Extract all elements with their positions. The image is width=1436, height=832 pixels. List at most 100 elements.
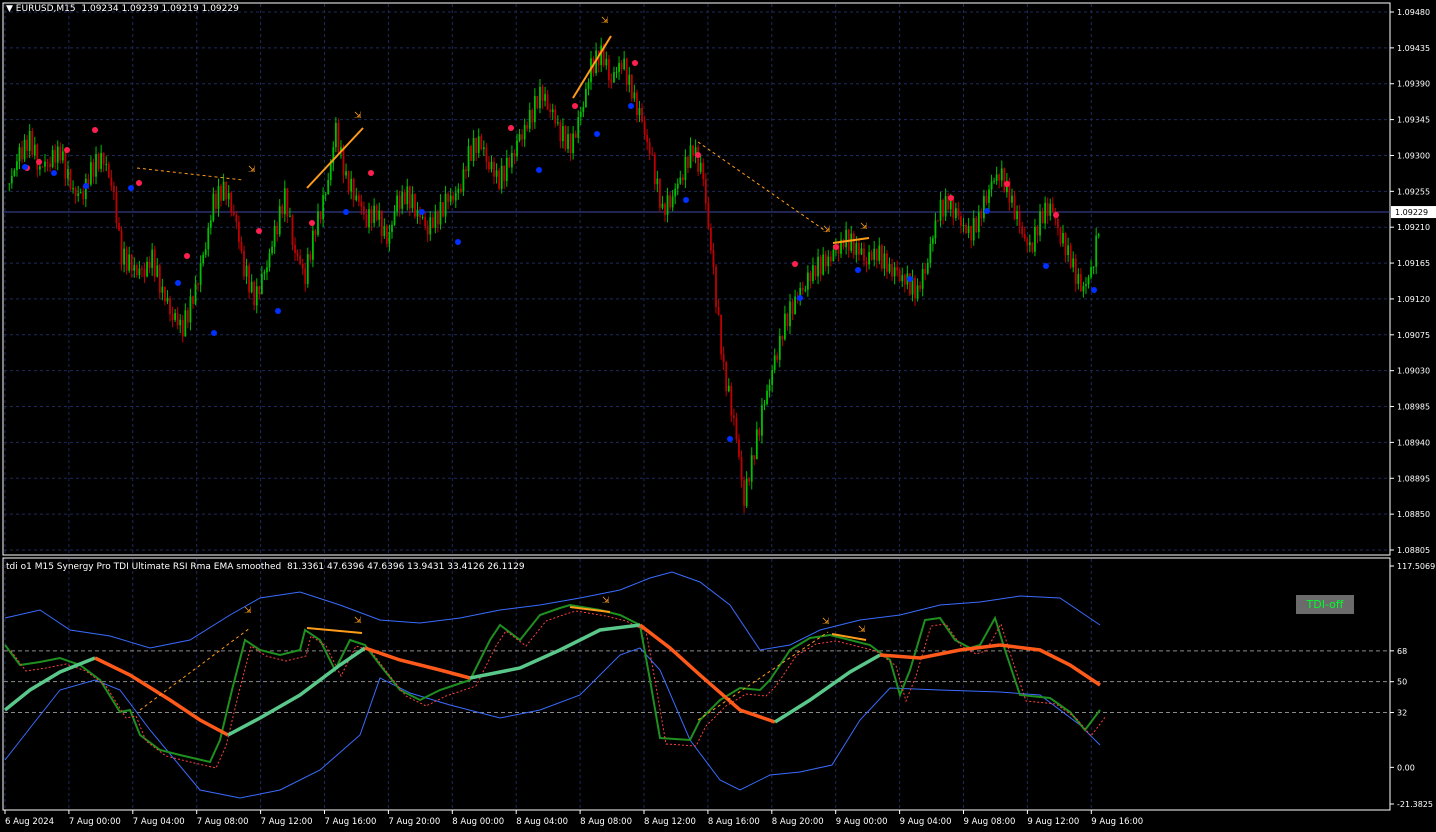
candle-body	[102, 152, 105, 165]
candle-body	[574, 133, 577, 138]
collapse-triangle-icon[interactable]: ▼	[6, 4, 16, 14]
candle-body	[1049, 203, 1052, 216]
candle-body	[69, 169, 72, 190]
swing-low-dot	[22, 164, 28, 170]
candle-body	[1064, 233, 1067, 256]
candle-body	[105, 164, 108, 166]
swing-high-dot	[64, 147, 70, 153]
candle-body	[970, 225, 973, 241]
candle-body	[960, 216, 962, 226]
swing-low-dot	[855, 267, 861, 273]
candle-body	[10, 175, 13, 184]
candle-body	[475, 138, 478, 154]
candle-body	[1041, 211, 1044, 224]
time-label: 9 Aug 08:00	[964, 817, 1016, 827]
candle-body	[238, 222, 240, 242]
candle-body	[370, 209, 373, 224]
candle-body	[931, 238, 934, 244]
candle-body	[350, 178, 353, 192]
candle-body	[1013, 195, 1016, 220]
candle-body	[314, 230, 317, 235]
swing-low-dot	[211, 330, 217, 336]
candle-body	[643, 121, 646, 136]
candle-body	[309, 254, 312, 260]
candle-body	[965, 224, 967, 234]
candle-body	[715, 266, 717, 307]
candle-body	[613, 72, 615, 83]
candle-body	[388, 232, 391, 244]
candle-body	[406, 186, 409, 205]
price-label: 1.08895	[1397, 474, 1430, 483]
candle-body	[90, 162, 92, 185]
candle-body	[153, 249, 156, 277]
chart-canvas[interactable]: 1.09480 1.09435 1.09390 1.09345 1.09300 1.092…	[0, 0, 1436, 832]
lower-band	[4, 647, 1101, 799]
candle-body	[347, 171, 350, 192]
swing-low-dot	[1043, 263, 1049, 269]
candle-body	[880, 245, 883, 269]
candle-body	[1011, 195, 1013, 203]
market-base-line	[879, 643, 1001, 660]
candle-body	[781, 336, 784, 340]
candle-body	[957, 208, 960, 217]
candle-body	[615, 71, 618, 73]
candle-body	[457, 188, 460, 193]
market-base-line	[364, 646, 471, 680]
candle-body	[776, 355, 779, 360]
tdi-off-button[interactable]: TDI-off	[1296, 595, 1354, 614]
candle-body	[477, 136, 480, 154]
candle-body	[883, 253, 886, 269]
candle-body	[636, 92, 638, 116]
candle-body	[411, 194, 414, 209]
candle-body	[513, 153, 516, 157]
swing-low-dot	[455, 239, 461, 245]
candle-body	[633, 92, 636, 99]
candle-body	[421, 216, 424, 218]
price-label: 1.09345	[1397, 116, 1430, 125]
candle-body	[648, 142, 651, 155]
indicator-values: 81.3361 47.6396 47.6396 13.9431 33.4126 …	[286, 562, 525, 572]
indicator-axis-label: 68	[1397, 647, 1407, 656]
candle-body	[383, 226, 386, 237]
candle-body	[414, 194, 416, 217]
candle-body	[579, 111, 582, 118]
candle-body	[311, 230, 314, 260]
candle-body	[610, 79, 613, 83]
candle-body	[44, 161, 46, 167]
time-label: 8 Aug 00:00	[452, 817, 504, 827]
candle-body	[934, 220, 937, 239]
candle-body	[194, 283, 197, 304]
candle-body	[41, 166, 44, 168]
candle-body	[1039, 211, 1041, 236]
market-base-line	[94, 656, 229, 737]
candle-body	[546, 94, 549, 110]
candle-body	[255, 286, 258, 306]
time-label: 8 Aug 08:00	[580, 817, 632, 827]
candle-body	[437, 211, 439, 225]
divergence-arrow-icon: ⇲	[354, 616, 362, 626]
candle-body	[998, 174, 1001, 181]
candle-body	[993, 180, 996, 182]
candle-body	[692, 145, 694, 156]
candle-body	[916, 285, 919, 299]
time-label: 8 Aug 16:00	[708, 817, 760, 827]
candle-body	[342, 147, 345, 176]
candle-body	[337, 122, 340, 152]
candle-body	[118, 223, 120, 231]
candle-body	[875, 248, 878, 261]
candle-body	[1077, 274, 1080, 284]
candle-body	[630, 74, 633, 99]
candle-body	[449, 195, 452, 202]
candle-body	[929, 243, 932, 263]
swing-low-dot	[797, 295, 803, 301]
price-label: 1.09165	[1397, 259, 1430, 268]
candle-body	[21, 147, 23, 160]
time-label: 9 Aug 12:00	[1027, 817, 1079, 827]
candle-body	[605, 58, 608, 66]
swing-low-dot	[1091, 287, 1097, 293]
candle-body	[1051, 203, 1054, 212]
candle-body	[967, 225, 970, 234]
candle-body	[669, 195, 671, 208]
candle-body	[679, 177, 682, 184]
candle-body	[225, 181, 228, 200]
